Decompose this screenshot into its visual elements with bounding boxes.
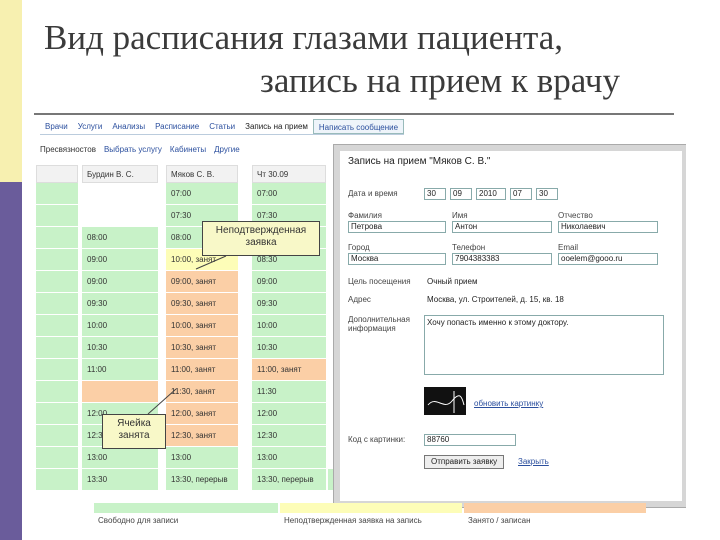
callout-pointer-unconfirmed <box>195 255 227 270</box>
city-field[interactable]: Москва <box>348 253 446 265</box>
legend-label-unconfirmed: Неподтвержденная заявка на запись <box>284 516 422 525</box>
legend-label-free: Свободно для записи <box>98 516 179 525</box>
lastname-label: Фамилия <box>348 211 382 220</box>
firstname-label: Имя <box>452 211 468 220</box>
date-month-select[interactable]: 09 <box>450 188 472 200</box>
email-field[interactable]: ooelem@gooo.ru <box>558 253 658 265</box>
extra-info-textarea[interactable]: Хочу попасть именно к этому доктору. <box>424 315 664 375</box>
patronymic-label: Отчество <box>558 211 593 220</box>
slide-title-line-1: Вид расписания глазами пациента, <box>44 18 564 57</box>
legend-swatch-unconfirmed <box>280 503 462 513</box>
slide-side-bar-bottom <box>0 182 22 540</box>
time-minute-select[interactable]: 30 <box>536 188 558 200</box>
purpose-select[interactable]: Очный прием <box>424 276 488 288</box>
submit-button[interactable]: Отправить заявку <box>424 455 505 469</box>
close-link[interactable]: Закрыть <box>518 457 549 466</box>
captcha-field[interactable]: 88760 <box>424 434 516 446</box>
captcha-image <box>424 387 466 415</box>
refresh-captcha-link[interactable]: обновить картинку <box>474 399 543 408</box>
date-label: Дата и время <box>348 189 398 198</box>
time-hour-select[interactable]: 07 <box>510 188 532 200</box>
callout-pointer-occupied <box>147 388 177 415</box>
dialog-title: Запись на прием "Мяков С. В." <box>348 156 491 167</box>
date-day-select[interactable]: 30 <box>424 188 446 200</box>
appointment-dialog: Запись на прием "Мяков С. В." Дата и вре… <box>334 145 686 507</box>
address-label: Адрес <box>348 295 371 304</box>
extra-info-label: Дополнительная информация <box>348 315 410 333</box>
legend-swatch-free <box>94 503 278 513</box>
lastname-field[interactable]: Петрова <box>348 221 446 233</box>
app-screenshot: Врачи Услуги Анализы Расписание Статьи З… <box>36 117 686 537</box>
firstname-field[interactable]: Антон <box>452 221 552 233</box>
legend-label-busy: Занято / записан <box>468 516 531 525</box>
address-field[interactable]: Москва, ул. Строителей, д. 15, кв. 18 <box>424 294 660 306</box>
phone-field[interactable]: 7904383383 <box>452 253 552 265</box>
slide-title: Вид расписания глазами пациента, запись … <box>44 16 704 112</box>
legend: Свободно для записи Неподтвержденная зая… <box>94 503 664 531</box>
date-year-select[interactable]: 2010 <box>476 188 506 200</box>
email-label: Email <box>558 243 579 252</box>
captcha-image-scribble <box>427 391 465 413</box>
title-divider <box>34 113 674 115</box>
captcha-label: Код с картинки: <box>348 435 406 444</box>
legend-swatch-busy <box>464 503 646 513</box>
phone-label: Телефон <box>452 243 486 252</box>
purpose-label: Цель посещения <box>348 277 411 286</box>
slide-title-line-2: запись на прием к врачу <box>260 61 621 100</box>
patronymic-field[interactable]: Николаевич <box>558 221 658 233</box>
slide-side-bar-top <box>0 0 22 182</box>
city-label: Город <box>348 243 370 252</box>
